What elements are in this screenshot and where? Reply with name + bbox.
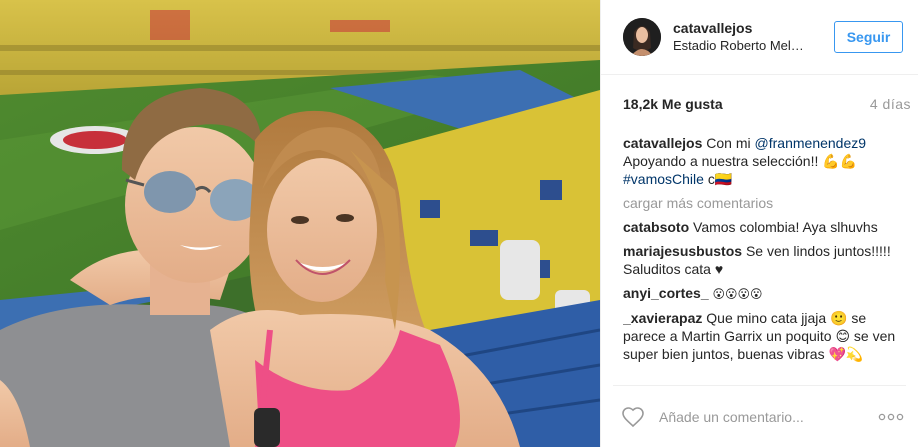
follow-button[interactable]: Seguir [834,21,903,53]
stadium-selfie-illustration [0,0,600,447]
post-header: catavallejos Estadio Roberto Mel… Seguir [601,0,918,75]
add-comment-input[interactable]: Añade un comentario... [659,409,878,425]
caption-text-part: Con mi [706,135,751,151]
caption: catavallejos Con mi @franmenendez9 Apoya… [623,134,909,188]
author-info: catavallejos Estadio Roberto Mel… [673,19,834,55]
caption-mention-link[interactable]: @franmenendez9 [755,135,867,151]
comment-item: _xavierapaz Que mino cata jjaja 🙂 se par… [623,309,909,363]
comment-username[interactable]: mariajesusbustos [623,243,742,259]
post-age[interactable]: 4 días [870,96,911,112]
load-more-comments-link[interactable]: cargar más comentarios [623,194,909,212]
post-side-panel: catavallejos Estadio Roberto Mel… Seguir… [600,0,918,447]
post-photo[interactable] [0,0,600,447]
comment-username[interactable]: _xavierapaz [623,310,702,326]
comment-item: catabsoto Vamos colombia! Aya slhuvhs [623,218,909,236]
caption-username[interactable]: catavallejos [623,135,702,151]
avatar-image-icon [623,18,661,56]
likes-count[interactable]: 18,2k Me gusta [623,96,723,112]
post-location[interactable]: Estadio Roberto Mel… [673,37,823,55]
comment-text: 😮😮😮😮 [712,287,763,301]
comment-username[interactable]: catabsoto [623,219,689,235]
post-footer: Añade un comentario... [613,385,906,447]
more-options-icon[interactable] [878,412,904,422]
caption-text-part: c🇨🇴 [707,171,733,187]
author-username[interactable]: catavallejos [673,19,834,37]
caption-hashtag-link[interactable]: #vamosChile [623,171,704,187]
post-meta: 18,2k Me gusta 4 días [623,96,911,112]
comment-username[interactable]: anyi_cortes_ [623,285,709,301]
comments-list: catavallejos Con mi @franmenendez9 Apoya… [623,134,909,380]
instagram-post: catavallejos Estadio Roberto Mel… Seguir… [0,0,918,447]
caption-text-part: Apoyando a nuestra selección!! 💪💪 [623,153,858,169]
comment-item: anyi_cortes_ 😮😮😮😮 [623,284,909,303]
comment-item: mariajesusbustos Se ven lindos juntos!!!… [623,242,909,278]
comment-text: Vamos colombia! Aya slhuvhs [693,219,878,235]
heart-outline-icon[interactable] [621,405,645,429]
avatar[interactable] [623,18,661,56]
